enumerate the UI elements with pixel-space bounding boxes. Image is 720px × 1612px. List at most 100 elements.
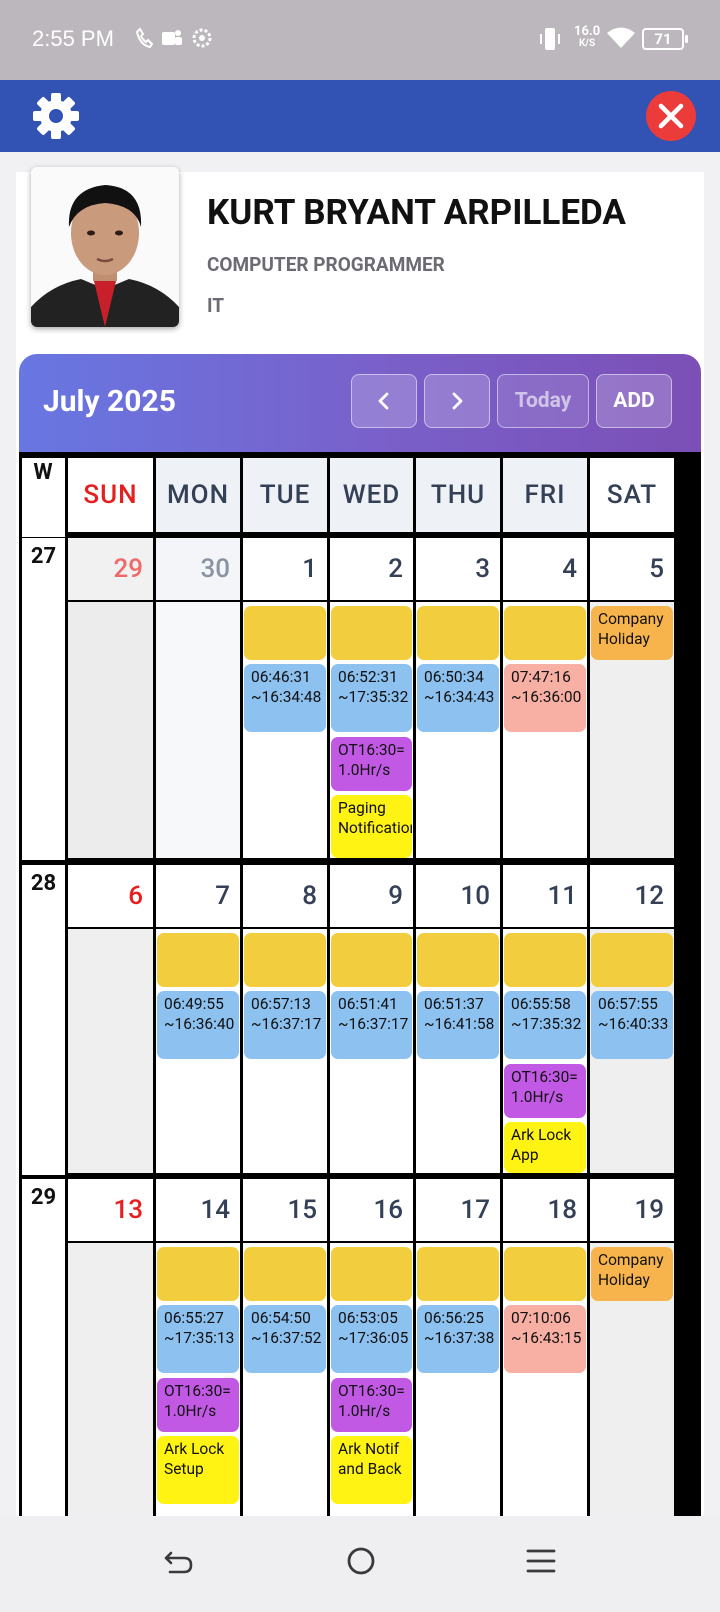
calendar-event-blank[interactable] (417, 606, 499, 660)
teams-icon (162, 30, 182, 45)
calendar-event-ot[interactable]: OT16:30= 1.0Hr/s (504, 1064, 586, 1118)
calendar-event-time[interactable]: 06:57:13 ~16:37:17 (244, 991, 326, 1059)
gear-icon[interactable] (30, 90, 82, 142)
call-icon (135, 27, 154, 49)
calendar-event-blank[interactable] (417, 1247, 499, 1301)
calendar-event-time[interactable]: 06:50:34 ~16:34:43 (417, 664, 499, 732)
day-number-cell[interactable]: 15 (243, 1179, 327, 1241)
day-header-fri: FRI (503, 458, 587, 532)
week-column-header: W (22, 458, 65, 537)
calendar-event-time[interactable]: 06:53:05 ~17:36:05 (331, 1305, 412, 1373)
next-month-button[interactable] (424, 374, 490, 428)
calendar-event-time[interactable]: 06:55:58 ~17:35:32 (504, 991, 586, 1059)
day-cell-body[interactable] (156, 602, 240, 858)
close-icon (658, 103, 684, 129)
calendar-event-blank[interactable] (157, 1247, 239, 1301)
chevron-left-icon (378, 392, 389, 410)
day-header-mon: MON (156, 458, 240, 532)
calendar-event-holiday[interactable]: Company Holiday (591, 1247, 673, 1301)
week-number-cell: 28 (22, 865, 65, 1175)
system-nav-bar (0, 1516, 720, 1612)
calendar-header: July 2025 Today ADD (19, 354, 701, 454)
calendar-event-task[interactable]: Paging Notification (331, 795, 412, 858)
day-number-cell[interactable]: 1 (243, 538, 327, 600)
calendar-event-task[interactable]: Ark Lock Setup (157, 1436, 239, 1504)
day-number-cell[interactable]: 30 (156, 538, 240, 600)
calendar-event-time[interactable]: 06:55:27 ~17:35:13 (157, 1305, 239, 1373)
day-number-cell[interactable]: 14 (156, 1179, 240, 1241)
day-number-cell[interactable]: 4 (503, 538, 587, 600)
month-label: July 2025 (43, 384, 176, 419)
calendar-event-task[interactable]: Ark Notif and Back (331, 1436, 412, 1504)
day-cell-body[interactable] (68, 602, 153, 858)
close-button[interactable] (646, 91, 696, 141)
calendar-event-ot[interactable]: OT16:30= 1.0Hr/s (331, 1378, 412, 1432)
calendar-event-time[interactable]: 06:46:31 ~16:34:48 (244, 664, 326, 732)
battery-indicator: 71 (642, 28, 688, 50)
calendar-event-task[interactable]: Ark Lock App (504, 1122, 586, 1173)
day-header-tue: TUE (243, 458, 327, 532)
calendar-event-ot[interactable]: OT16:30= 1.0Hr/s (157, 1378, 239, 1432)
add-button[interactable]: ADD (596, 374, 672, 428)
day-header-sun: SUN (68, 458, 153, 532)
speed-unit: K/S (578, 38, 596, 49)
calendar-event-blank[interactable] (504, 606, 586, 660)
avatar (31, 167, 179, 327)
calendar-event-blank[interactable] (331, 933, 412, 987)
employee-dept: IT (207, 294, 225, 317)
calendar-event-blank[interactable] (417, 933, 499, 987)
calendar-event-late[interactable]: 07:10:06 ~16:43:15 (504, 1305, 586, 1373)
menu-icon[interactable] (524, 1544, 558, 1578)
calendar-event-blank[interactable] (331, 606, 412, 660)
day-number-cell[interactable]: 13 (68, 1179, 153, 1241)
calendar-event-holiday[interactable]: Company Holiday (591, 606, 673, 660)
day-number-cell[interactable]: 9 (330, 865, 413, 927)
day-number-cell[interactable]: 17 (416, 1179, 500, 1241)
calendar-event-time[interactable]: 06:49:55 ~16:36:40 (157, 991, 239, 1059)
day-number-cell[interactable]: 6 (68, 865, 153, 927)
calendar-event-time[interactable]: 06:51:37 ~16:41:58 (417, 991, 499, 1059)
day-header-thu: THU (416, 458, 500, 532)
calendar-event-blank[interactable] (244, 933, 326, 987)
day-number-cell[interactable]: 2 (330, 538, 413, 600)
day-number-cell[interactable]: 8 (243, 865, 327, 927)
calendar-event-blank[interactable] (331, 1247, 412, 1301)
calendar-event-time[interactable]: 06:54:50 ~16:37:52 (244, 1305, 326, 1373)
day-number-cell[interactable]: 29 (68, 538, 153, 600)
day-number-cell[interactable]: 18 (503, 1179, 587, 1241)
week-number-cell: 27 (22, 538, 65, 860)
wifi-icon (607, 27, 635, 48)
status-bar: 2:55 PM 16.0 K/S 71 (0, 0, 720, 80)
person-photo (31, 167, 179, 327)
calendar-event-time[interactable]: 06:57:55 ~16:40:33 (591, 991, 673, 1059)
calendar-event-blank[interactable] (244, 1247, 326, 1301)
network-speed: 16.0 K/S (574, 25, 600, 50)
back-icon[interactable] (162, 1544, 196, 1578)
day-number-cell[interactable]: 3 (416, 538, 500, 600)
day-number-cell[interactable]: 5 (590, 538, 674, 600)
day-number-cell[interactable]: 19 (590, 1179, 674, 1241)
employee-name: KURT BRYANT ARPILLEDA (207, 192, 626, 233)
calendar-event-blank[interactable] (244, 606, 326, 660)
calendar-event-time[interactable]: 06:52:31 ~17:35:32 (331, 664, 412, 732)
day-number-cell[interactable]: 7 (156, 865, 240, 927)
calendar-event-blank[interactable] (504, 933, 586, 987)
calendar-event-ot[interactable]: OT16:30= 1.0Hr/s (331, 737, 412, 791)
day-cell-body[interactable] (68, 929, 153, 1173)
today-button[interactable]: Today (497, 374, 589, 428)
calendar-event-blank[interactable] (591, 933, 673, 987)
day-cell-body[interactable] (68, 1243, 153, 1532)
calendar-event-blank[interactable] (504, 1247, 586, 1301)
day-number-cell[interactable]: 10 (416, 865, 500, 927)
prev-month-button[interactable] (351, 374, 417, 428)
day-number-cell[interactable]: 11 (503, 865, 587, 927)
calendar-event-late[interactable]: 07:47:16 ~16:36:00 (504, 664, 586, 732)
home-icon[interactable] (344, 1544, 378, 1578)
day-header-wed: WED (330, 458, 413, 532)
calendar-event-blank[interactable] (157, 933, 239, 987)
day-number-cell[interactable]: 12 (590, 865, 674, 927)
calendar-event-time[interactable]: 06:56:25 ~16:37:38 (417, 1305, 499, 1373)
day-number-cell[interactable]: 16 (330, 1179, 413, 1241)
calendar-event-time[interactable]: 06:51:41 ~16:37:17 (331, 991, 412, 1059)
settings-small-icon (192, 28, 212, 48)
